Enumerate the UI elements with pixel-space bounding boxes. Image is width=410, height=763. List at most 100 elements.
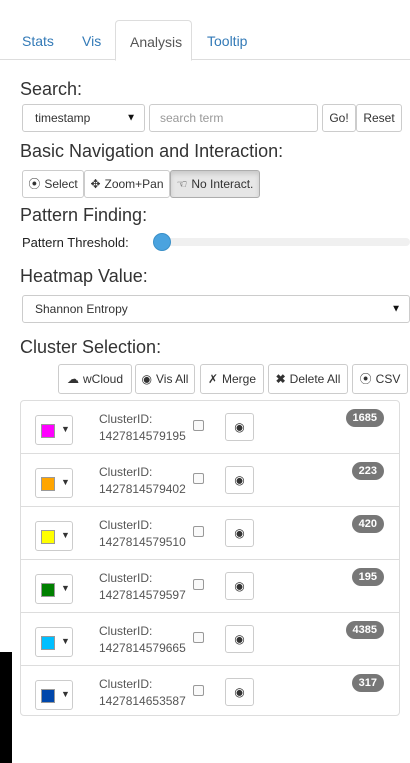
cluster-visibility-button[interactable]: ◉	[225, 413, 254, 441]
color-swatch	[41, 424, 55, 438]
merge-icon: ✗	[207, 372, 219, 386]
caret-down-icon: ▼	[61, 477, 70, 487]
select-mode-button[interactable]: ⦿ Select	[22, 170, 84, 198]
cluster-id-label: ClusterID:	[99, 412, 153, 426]
caret-down-icon: ▼	[126, 112, 136, 124]
cluster-row: ▼ ClusterID: 1427814579195 ◉ 1685	[21, 401, 399, 454]
cluster-visibility-button[interactable]: ◉	[225, 466, 254, 494]
cluster-count-badge: 195	[351, 568, 384, 586]
cluster-visibility-button[interactable]: ◉	[225, 572, 254, 600]
csv-button[interactable]: ⦿ CSV	[352, 364, 408, 394]
pattern-threshold-slider[interactable]	[162, 238, 410, 246]
cluster-id-label: ClusterID:	[99, 465, 153, 479]
tab-analysis[interactable]: Analysis	[115, 20, 192, 61]
cluster-row: ▼ ClusterID: 1427814579665 ◉ 4385	[21, 613, 399, 666]
color-swatch	[41, 583, 55, 597]
caret-down-icon: ▼	[61, 689, 70, 699]
color-swatch	[41, 530, 55, 544]
cluster-count-badge: 317	[351, 674, 384, 692]
pattern-heading: Pattern Finding:	[20, 205, 148, 225]
eye-icon: ◉	[234, 420, 245, 434]
color-swatch	[41, 689, 55, 703]
cluster-id: 1427814579665	[99, 641, 186, 655]
delete-all-label: Delete All	[289, 372, 341, 386]
cloud-icon: ☁	[66, 372, 79, 386]
select-mode-label: Select	[44, 177, 78, 191]
vis-all-label: Vis All	[156, 372, 189, 386]
search-heading: Search:	[20, 79, 83, 99]
heatmap-value: Shannon Entropy	[35, 302, 128, 316]
cluster-checkbox[interactable]	[193, 473, 204, 484]
cluster-id-label: ClusterID:	[99, 624, 153, 638]
cluster-id-label: ClusterID:	[99, 518, 153, 532]
eye-icon: ◉	[234, 579, 245, 593]
tab-bar: Stats Vis Analysis Tooltip	[0, 0, 410, 61]
move-icon: ✥	[90, 177, 101, 191]
cluster-count-badge: 420	[351, 515, 384, 533]
delete-all-button[interactable]: ✖ Delete All	[268, 364, 348, 394]
cluster-id: 1427814579597	[99, 588, 186, 602]
tab-vis[interactable]: Vis	[82, 20, 101, 61]
cluster-id-label: ClusterID:	[99, 571, 153, 585]
color-picker-button[interactable]: ▼	[35, 415, 73, 445]
cluster-checkbox[interactable]	[193, 526, 204, 537]
color-swatch	[41, 477, 55, 491]
cluster-checkbox[interactable]	[193, 420, 204, 431]
vis-all-button[interactable]: ◉ Vis All	[135, 364, 195, 394]
color-picker-button[interactable]: ▼	[35, 627, 73, 657]
cluster-checkbox[interactable]	[193, 632, 204, 643]
pointer-icon: ☜	[176, 177, 188, 191]
cluster-row: ▼ ClusterID: 1427814579597 ◉ 195	[21, 560, 399, 613]
cluster-visibility-button[interactable]: ◉	[225, 678, 254, 706]
slider-handle[interactable]	[153, 233, 171, 251]
cluster-row: ▼ ClusterID: 1427814653587 ◉ 317	[21, 666, 399, 719]
color-picker-button[interactable]: ▼	[35, 468, 73, 498]
eye-icon: ◉	[234, 685, 245, 699]
no-interact-label: No Interact.	[191, 177, 254, 191]
eye-icon: ◉	[141, 372, 152, 386]
cluster-checkbox[interactable]	[193, 685, 204, 696]
wcloud-button[interactable]: ☁ wCloud	[58, 364, 132, 394]
color-swatch	[41, 636, 55, 650]
navigation-heading: Basic Navigation and Interaction:	[20, 141, 284, 161]
caret-down-icon: ▼	[391, 303, 401, 315]
cluster-checkbox[interactable]	[193, 579, 204, 590]
pattern-threshold-label: Pattern Threshold:	[22, 235, 129, 250]
no-interact-button[interactable]: ☜ No Interact.	[170, 170, 260, 198]
search-field-value: timestamp	[35, 111, 91, 125]
caret-down-icon: ▼	[61, 530, 70, 540]
zoom-pan-label: Zoom+Pan	[104, 177, 164, 191]
cluster-visibility-button[interactable]: ◉	[225, 625, 254, 653]
color-picker-button[interactable]: ▼	[35, 521, 73, 551]
zoom-pan-button[interactable]: ✥ Zoom+Pan	[84, 170, 170, 198]
cluster-row: ▼ ClusterID: 1427814579510 ◉ 420	[21, 507, 399, 560]
cluster-heading: Cluster Selection:	[20, 337, 162, 357]
cluster-list: ▼ ClusterID: 1427814579195 ◉ 1685 ▼ Clus…	[20, 400, 400, 716]
heatmap-heading: Heatmap Value:	[20, 266, 148, 286]
color-picker-button[interactable]: ▼	[35, 574, 73, 604]
eye-icon: ◉	[234, 632, 245, 646]
cluster-visibility-button[interactable]: ◉	[225, 519, 254, 547]
cluster-id: 1427814579195	[99, 429, 186, 443]
eye-icon: ◉	[234, 526, 245, 540]
cluster-count-badge: 223	[351, 462, 384, 480]
tab-tooltip[interactable]: Tooltip	[207, 20, 247, 61]
cluster-id: 1427814579402	[99, 482, 186, 496]
go-button[interactable]: Go!	[322, 104, 356, 132]
cluster-id: 1427814579510	[99, 535, 186, 549]
search-field-select[interactable]: timestamp ▼	[22, 104, 145, 132]
color-picker-button[interactable]: ▼	[35, 680, 73, 710]
reset-button[interactable]: Reset	[356, 104, 402, 132]
tab-stats[interactable]: Stats	[22, 20, 54, 61]
caret-down-icon: ▼	[61, 583, 70, 593]
window-edge	[0, 652, 12, 763]
merge-button[interactable]: ✗ Merge	[200, 364, 264, 394]
caret-down-icon: ▼	[61, 636, 70, 646]
eye-icon: ◉	[234, 473, 245, 487]
search-input[interactable]: search term	[149, 104, 318, 132]
csv-label: CSV	[375, 372, 401, 386]
heatmap-value-select[interactable]: Shannon Entropy ▼	[22, 295, 410, 323]
cluster-count-badge: 1685	[345, 409, 384, 427]
close-icon: ✖	[275, 372, 286, 386]
cluster-id: 1427814653587	[99, 694, 186, 708]
